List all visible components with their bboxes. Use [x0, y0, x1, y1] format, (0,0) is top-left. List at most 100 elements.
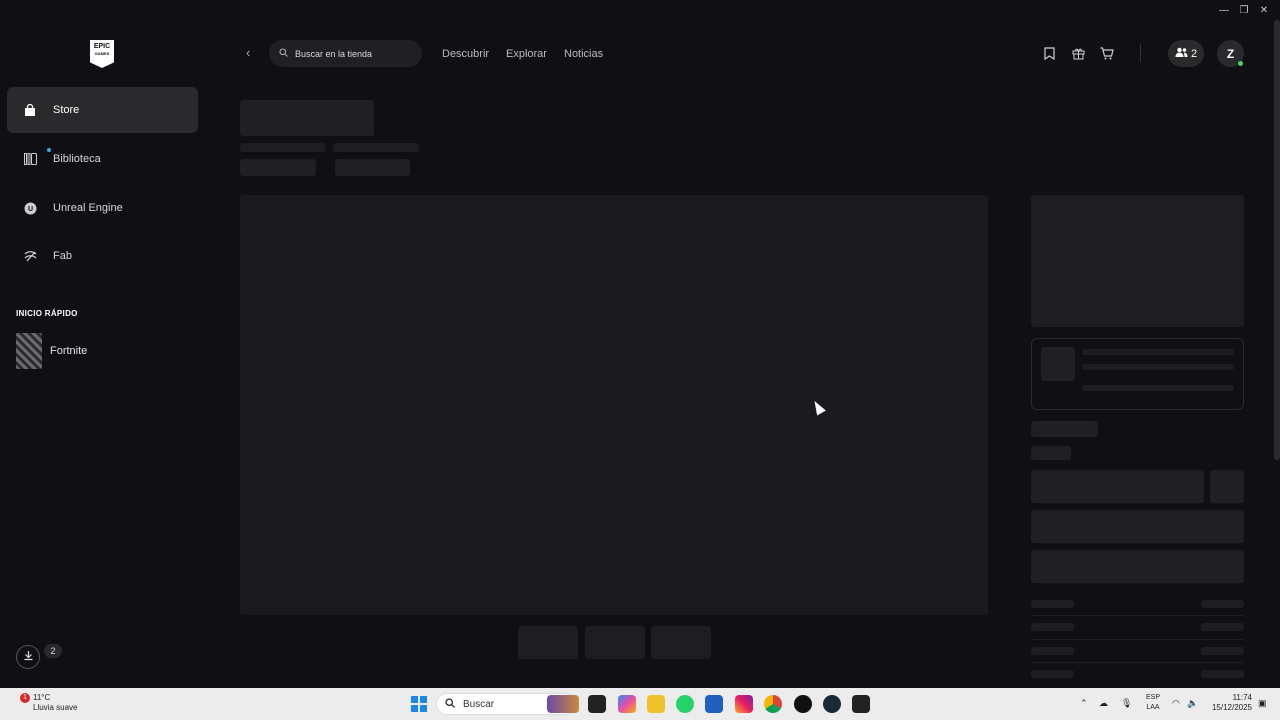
download-icon: [23, 650, 34, 664]
library-icon: [23, 152, 37, 166]
input-language[interactable]: ESP LAA: [1142, 693, 1164, 713]
sidebar-item-label: Biblioteca: [53, 153, 101, 165]
quick-launch-title: INICIO RÁPIDO: [16, 309, 78, 318]
header-divider: [1140, 44, 1141, 62]
skeleton-tag: [240, 159, 316, 176]
epic-games-taskbar-icon[interactable]: [852, 695, 870, 713]
skeleton-badge: [1031, 421, 1098, 437]
sidebar-item-unreal-engine[interactable]: U Unreal Engine: [7, 185, 198, 231]
windows-taskbar: 1 11°C Lluvia suave Buscar ⌃ ☁ 🎙 ESP LAA…: [0, 688, 1280, 720]
friends-icon: [1175, 47, 1188, 60]
scrollbar[interactable]: [1274, 20, 1280, 460]
friends-count: 2: [1190, 47, 1198, 60]
shopping-bag-icon: [23, 103, 37, 117]
unity-hub-icon[interactable]: [794, 695, 812, 713]
skeleton-product-logo: [1031, 195, 1244, 327]
online-status-dot: [1238, 61, 1243, 66]
skeleton-thumb: [518, 626, 578, 659]
language-code: ESP: [1145, 694, 1160, 701]
divider: [1031, 662, 1244, 663]
restore-button[interactable]: ❐: [1234, 2, 1254, 18]
wishlist-bookmark-icon[interactable]: [1040, 44, 1058, 62]
skeleton-detail-label: [1031, 623, 1074, 631]
taskbar-search-label: Buscar: [463, 698, 495, 710]
skeleton-detail-label: [1031, 670, 1074, 678]
skeleton-line: [1082, 385, 1234, 391]
weather-alert-badge: 1: [20, 693, 30, 703]
avatar-initial: Z: [1226, 46, 1235, 61]
minimize-button[interactable]: —: [1214, 2, 1234, 18]
friends-button[interactable]: 2: [1168, 40, 1204, 67]
copilot-icon[interactable]: [618, 695, 636, 713]
logo-text-epic: EPIC: [93, 43, 111, 50]
whatsapp-icon[interactable]: [676, 695, 694, 713]
close-button[interactable]: ✕: [1254, 2, 1274, 18]
divider: [1031, 615, 1244, 616]
skeleton-cart-button: [1031, 510, 1244, 543]
skeleton-line: [1082, 364, 1234, 370]
logo-text-games: GAMES: [94, 51, 110, 56]
keyboard-layout: LAA: [1146, 704, 1160, 711]
notifications-icon[interactable]: ▣: [1258, 698, 1267, 709]
skeleton-line: [1082, 349, 1234, 355]
nav-noticias[interactable]: Noticias: [564, 48, 603, 60]
steam-icon[interactable]: [823, 695, 841, 713]
divider: [1031, 639, 1244, 640]
skeleton-tag: [335, 159, 410, 176]
weather-widget[interactable]: 1 11°C Lluvia suave: [18, 693, 77, 713]
store-search-box[interactable]: [269, 40, 422, 67]
system-clock[interactable]: 11:74 15/12/2025: [1208, 693, 1252, 713]
search-highlight-icon[interactable]: [547, 695, 579, 713]
sidebar-item-biblioteca[interactable]: Biblioteca: [7, 136, 198, 182]
skeleton-detail-label: [1031, 600, 1074, 608]
volume-icon[interactable]: 🔈: [1187, 698, 1198, 709]
weather-temp: 11°C: [33, 693, 51, 702]
skeleton-detail-value: [1201, 670, 1244, 678]
microphone-icon[interactable]: 🎙: [1121, 698, 1132, 709]
search-input[interactable]: [295, 48, 405, 59]
skeleton-wishlist-button: [1210, 470, 1244, 503]
sidebar-item-fab[interactable]: Fab: [7, 233, 198, 279]
wifi-icon[interactable]: ◠: [1172, 698, 1180, 709]
skeleton-title: [240, 100, 374, 136]
cart-icon[interactable]: [1098, 44, 1116, 62]
skeleton-thumb: [585, 626, 645, 659]
clock-date: 15/12/2025: [1211, 703, 1252, 712]
quick-launch-item-fortnite[interactable]: Fortnite: [16, 333, 87, 369]
tray-overflow-chevron-icon[interactable]: ⌃: [1080, 698, 1088, 709]
unreal-engine-icon: U: [23, 201, 37, 215]
search-icon: [445, 697, 455, 711]
skeleton-buy-button: [1031, 470, 1204, 503]
downloads-button[interactable]: [16, 645, 40, 669]
skeleton-icon: [1041, 347, 1075, 381]
skeleton-detail-value: [1201, 647, 1244, 655]
skeleton-rating-box: [1031, 338, 1244, 410]
sidebar-item-label: Store: [53, 104, 80, 116]
back-arrow-icon[interactable]: ‹: [246, 45, 250, 60]
downloads-count-badge: 2: [44, 644, 62, 658]
instagram-icon[interactable]: [735, 695, 753, 713]
sidebar-item-store[interactable]: Store: [7, 87, 198, 133]
skeleton-line: [333, 143, 419, 152]
clock-time: 11:74: [1232, 693, 1252, 702]
epic-launcher-window: — ❐ ✕ EPIC GAMES Store Biblioteca U Unre…: [0, 0, 1280, 688]
fortnite-thumbnail: [16, 333, 42, 369]
epic-games-logo[interactable]: EPIC GAMES: [90, 40, 114, 68]
skeleton-gift-button: [1031, 550, 1244, 583]
user-avatar[interactable]: Z: [1217, 40, 1244, 67]
windows-start-icon[interactable]: [411, 696, 427, 712]
nav-explorar[interactable]: Explorar: [506, 48, 547, 60]
gift-icon[interactable]: [1069, 44, 1087, 62]
quick-launch-label: Fortnite: [50, 345, 88, 357]
nav-descubrir[interactable]: Descubrir: [442, 48, 489, 60]
onedrive-icon[interactable]: ☁: [1099, 698, 1108, 709]
skeleton-detail-value: [1201, 600, 1244, 608]
skeleton-line: [240, 143, 326, 152]
chrome-icon[interactable]: [764, 695, 782, 713]
microsoft-store-icon[interactable]: [705, 695, 723, 713]
skeleton-price: [1031, 446, 1071, 460]
file-explorer-icon[interactable]: [647, 695, 665, 713]
sidebar: EPIC GAMES Store Biblioteca U Unreal Eng…: [0, 0, 210, 688]
fab-icon: [23, 249, 37, 263]
task-view-icon[interactable]: [588, 695, 606, 713]
